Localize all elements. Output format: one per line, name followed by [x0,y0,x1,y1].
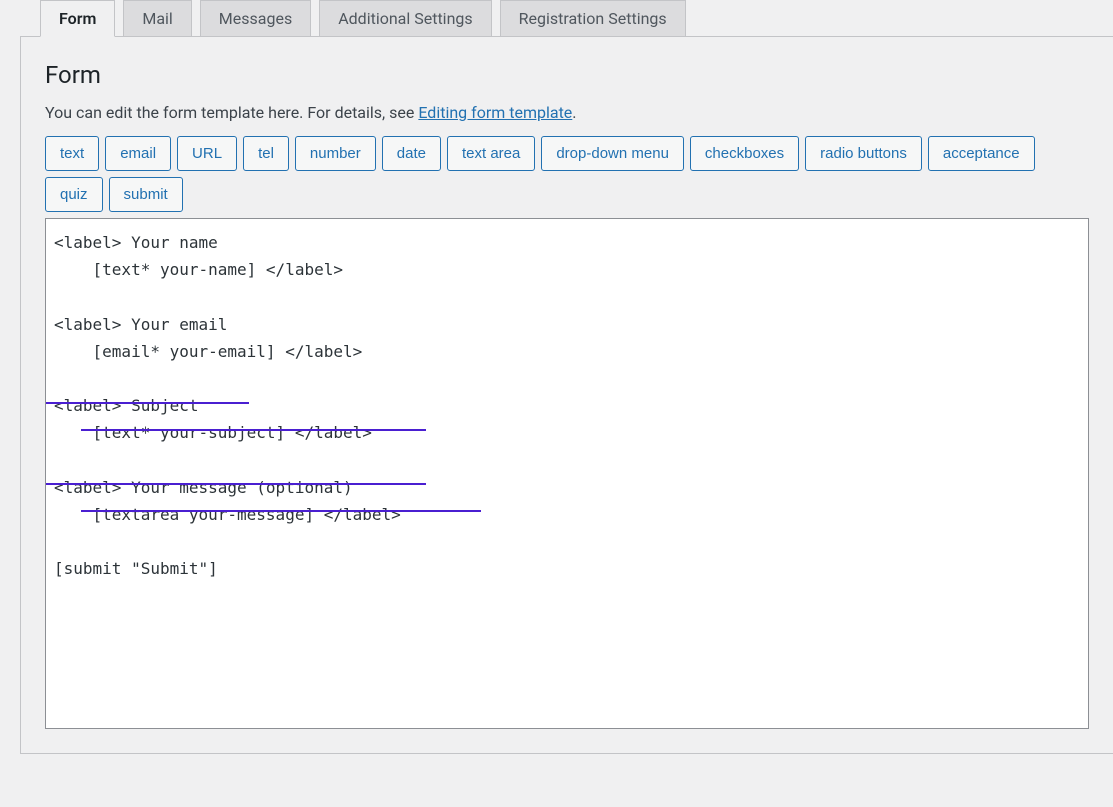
code-line: [textarea your-message] </label> [54,505,401,524]
tag-dropdown-button[interactable]: drop-down menu [541,136,684,171]
code-line: [email* your-email] </label> [54,342,362,361]
form-panel: Form You can edit the form template here… [20,36,1113,754]
tag-text-button[interactable]: text [45,136,99,171]
code-line: <label> Your message (optional) [54,478,353,497]
tab-messages[interactable]: Messages [200,0,311,36]
tab-form[interactable]: Form [40,0,115,37]
code-line: [text* your-subject] </label> [54,423,372,442]
panel-desc-suffix: . [572,103,576,122]
tag-radio-button[interactable]: radio buttons [805,136,922,171]
tab-additional-settings[interactable]: Additional Settings [319,0,491,36]
strike-annotation [81,510,481,512]
tag-textarea-button[interactable]: text area [447,136,535,171]
editing-template-link[interactable]: Editing form template [418,103,572,122]
panel-title: Form [45,61,1089,89]
tag-acceptance-button[interactable]: acceptance [928,136,1035,171]
tag-date-button[interactable]: date [382,136,441,171]
tag-quiz-button[interactable]: quiz [45,177,103,212]
code-line: [text* your-name] </label> [54,260,343,279]
panel-desc-prefix: You can edit the form template here. For… [45,103,418,122]
tab-registration-settings[interactable]: Registration Settings [500,0,686,36]
code-line: [submit "Submit"] [54,559,218,578]
code-line: <label> Your name [54,233,218,252]
tab-navigation: Form Mail Messages Additional Settings R… [0,0,1113,36]
tag-submit-button[interactable]: submit [109,177,183,212]
tab-mail[interactable]: Mail [123,0,191,36]
code-line: <label> Subject [54,396,199,415]
tag-checkboxes-button[interactable]: checkboxes [690,136,799,171]
tag-email-button[interactable]: email [105,136,171,171]
tag-number-button[interactable]: number [295,136,376,171]
tag-button-row: text email URL tel number date text area… [45,136,1089,212]
strike-annotation [46,483,426,485]
tag-tel-button[interactable]: tel [243,136,289,171]
panel-description: You can edit the form template here. For… [45,103,1089,122]
strike-annotation [81,429,426,431]
code-line: <label> Your email [54,315,227,334]
strike-annotation [46,402,249,404]
form-template-textarea[interactable]: <label> Your name [text* your-name] </la… [45,218,1089,729]
tag-url-button[interactable]: URL [177,136,237,171]
